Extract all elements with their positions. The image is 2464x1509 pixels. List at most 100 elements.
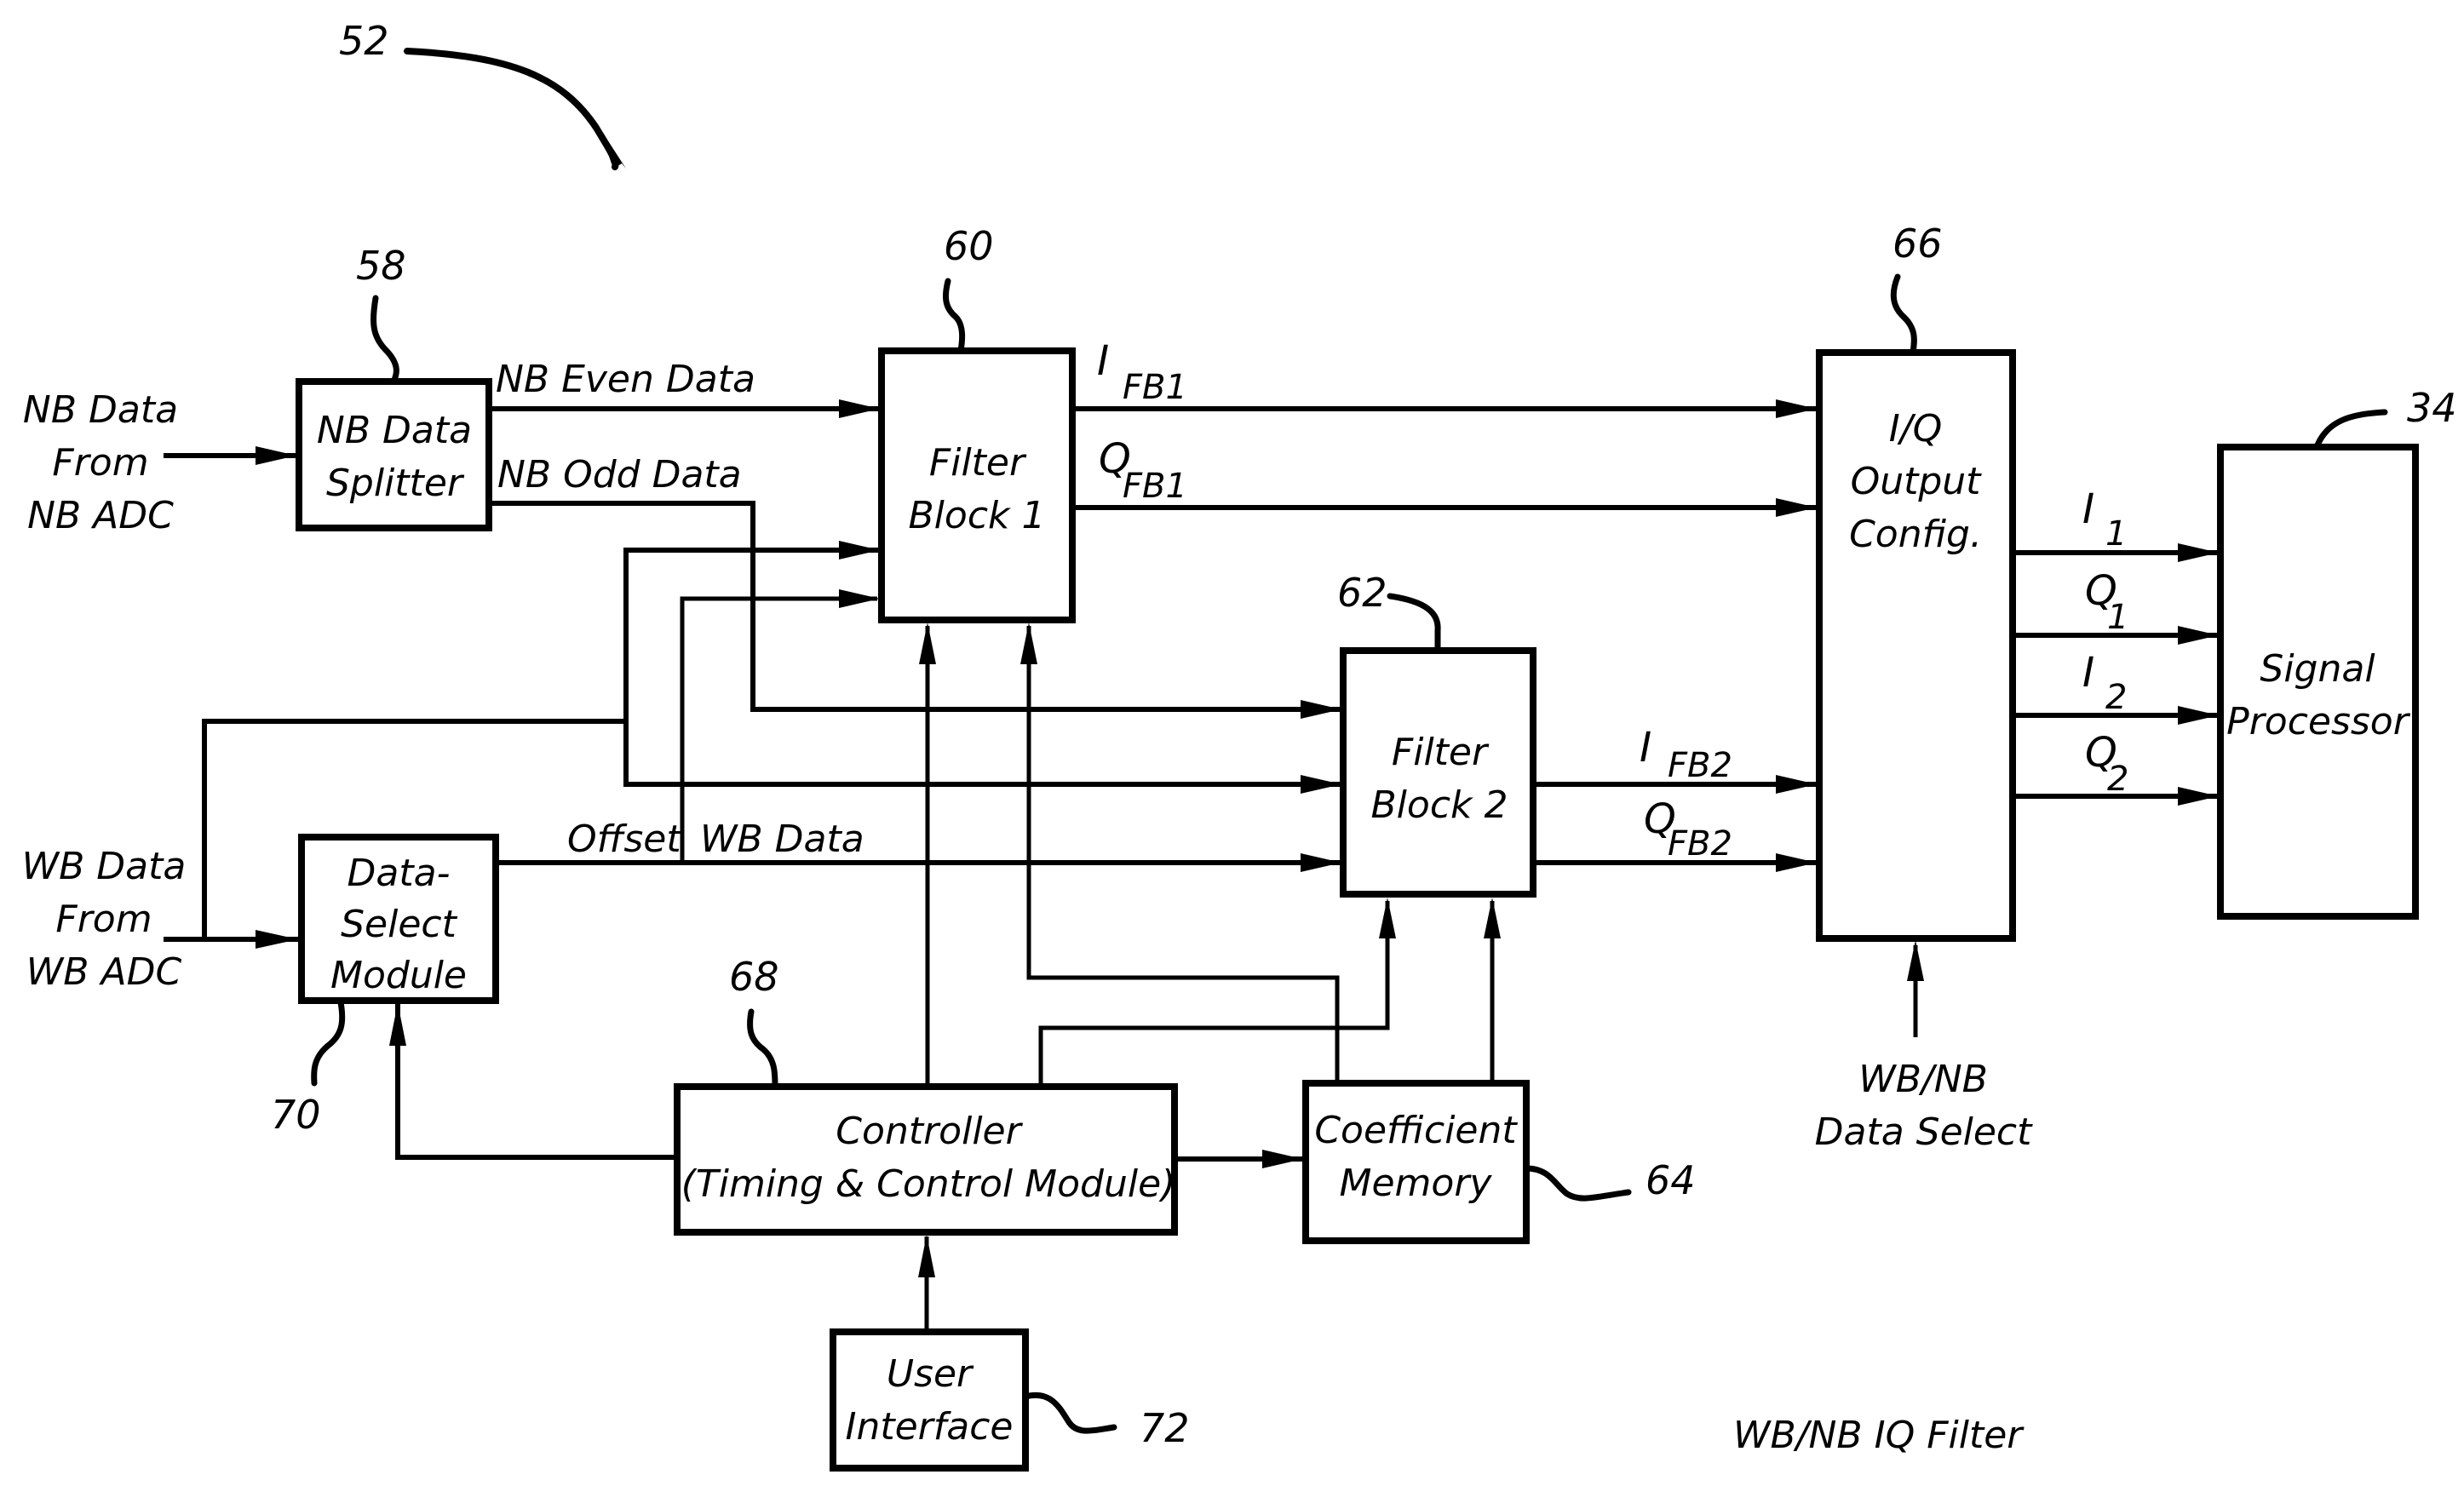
signal-q2-sub: 2 bbox=[2107, 760, 2128, 799]
filter-block-1-label-1: Filter bbox=[929, 441, 1027, 485]
wire-ctrl-dataselect bbox=[395, 1004, 676, 1160]
arrowhead-nb-input bbox=[256, 446, 296, 465]
figure-ref-52: 52 bbox=[339, 18, 389, 64]
nb-splitter-label-1: NB Data bbox=[317, 409, 472, 452]
signal-nb-odd-label: NB Odd Data bbox=[497, 453, 742, 496]
arrowhead-i-fb2 bbox=[1776, 775, 1817, 794]
iq-output-config-label-3: Config. bbox=[1849, 513, 1982, 556]
arrowhead-i2 bbox=[2178, 706, 2219, 725]
data-select-module-label-1: Data- bbox=[347, 852, 451, 895]
ref-68: 68 bbox=[729, 954, 779, 1000]
controller-box[interactable] bbox=[674, 1083, 1178, 1236]
signal-offset-label: Offset bbox=[567, 818, 682, 861]
filter-block-1-box[interactable] bbox=[878, 347, 1076, 623]
nb-input-label-2: From bbox=[52, 441, 148, 485]
leader-64 bbox=[1523, 1165, 1632, 1202]
controller-block[interactable]: Controller (Timing & Control Module) bbox=[674, 1083, 1178, 1236]
signal-nb-even-label: NB Even Data bbox=[496, 358, 755, 401]
iq-output-config-label-1: I/Q bbox=[1889, 407, 1942, 450]
arrowhead-ui-ctrl bbox=[918, 1235, 935, 1277]
leader-58 bbox=[370, 295, 399, 385]
controller-label-1: Controller bbox=[836, 1110, 1023, 1153]
signal-q-fb1-sub: FB1 bbox=[1123, 467, 1187, 506]
signal-i2-sub: 2 bbox=[2105, 678, 2127, 717]
nb-input-label-1: NB Data bbox=[23, 388, 178, 432]
ref-58: 58 bbox=[356, 243, 406, 289]
wbnb-select-label-1: WB/NB bbox=[1858, 1058, 1988, 1101]
ref-60: 60 bbox=[944, 223, 994, 269]
arrowhead-q1 bbox=[2178, 626, 2219, 645]
ref-72: 72 bbox=[1140, 1405, 1190, 1451]
figure-ref-arrow bbox=[404, 48, 619, 170]
signal-i-fb2-sub: FB2 bbox=[1668, 746, 1732, 785]
arrowhead-ctrl-coeff bbox=[1262, 1150, 1303, 1168]
nb-splitter-box[interactable] bbox=[296, 378, 492, 531]
nb-splitter-block[interactable]: NB Data Splitter bbox=[296, 378, 492, 531]
data-select-module-block[interactable]: Data- Select Module bbox=[298, 834, 499, 1004]
ref-70: 70 bbox=[271, 1092, 321, 1138]
arrowhead-fb1-in2 bbox=[839, 541, 880, 559]
signal-i-fb2-main: I bbox=[1640, 724, 1651, 772]
wb-input-label-1: WB Data bbox=[22, 845, 187, 888]
leader-68 bbox=[747, 1008, 778, 1090]
coefficient-memory-label-1: Coefficient bbox=[1314, 1109, 1518, 1152]
signal-i2-main: I bbox=[2082, 649, 2094, 697]
arrowhead-fb1-in3 bbox=[839, 589, 880, 608]
leader-72 bbox=[1022, 1391, 1117, 1434]
wire-coeff-fb1 bbox=[1026, 626, 1340, 1080]
ref-62: 62 bbox=[1337, 570, 1387, 616]
data-select-module-label-3: Module bbox=[330, 954, 467, 997]
filter-block-1[interactable]: Filter Block 1 bbox=[878, 347, 1076, 623]
arrowhead-q-fb2 bbox=[1776, 853, 1817, 872]
arrowhead-q2 bbox=[2178, 787, 2219, 806]
iq-output-config-label-2: Output bbox=[1851, 460, 1983, 503]
signal-i-fb1-sub: FB1 bbox=[1123, 368, 1187, 407]
signal-processor-block[interactable]: Signal Processor bbox=[2217, 444, 2419, 920]
signal-processor-label-2: Processor bbox=[2226, 700, 2411, 743]
user-interface-block[interactable]: User Interface bbox=[830, 1328, 1029, 1472]
filter-block-2[interactable]: Filter Block 2 bbox=[1340, 647, 1536, 898]
arrowhead-fb2-in1 bbox=[1301, 700, 1341, 719]
signal-i1-sub: 1 bbox=[2105, 514, 2127, 554]
arrowhead-ctrl-fb2 bbox=[1379, 898, 1396, 938]
arrowhead-wbnb-select bbox=[1907, 940, 1924, 981]
signal-wb-data-label: WB Data bbox=[700, 818, 864, 861]
signal-q-fb2-sub: FB2 bbox=[1668, 824, 1732, 864]
data-select-module-label-2: Select bbox=[341, 903, 457, 946]
signal-q1-sub: 1 bbox=[2107, 598, 2128, 637]
leader-66 bbox=[1890, 273, 1917, 356]
leader-70 bbox=[311, 999, 346, 1087]
ref-66: 66 bbox=[1893, 221, 1943, 267]
coefficient-memory-label-2: Memory bbox=[1340, 1162, 1493, 1205]
block-diagram: 52 NB Data Splitter Filter Block 1 Filte… bbox=[22, 18, 2457, 1472]
user-interface-label-1: User bbox=[887, 1352, 974, 1396]
wb-input-label-3: WB ADC bbox=[26, 950, 182, 994]
arrowhead-ctrl-fb1 bbox=[919, 623, 936, 664]
signal-i-fb1-main: I bbox=[1097, 337, 1109, 385]
filter-block-1-label-2: Block 1 bbox=[909, 494, 1046, 537]
arrowhead-i-fb1 bbox=[1776, 399, 1817, 418]
user-interface-label-2: Interface bbox=[846, 1405, 1014, 1449]
ref-34: 34 bbox=[2407, 385, 2457, 431]
leader-34 bbox=[2313, 409, 2388, 450]
coefficient-memory-block[interactable]: Coefficient Memory bbox=[1302, 1080, 1530, 1244]
iq-output-config-block[interactable]: I/Q Output Config. bbox=[1816, 349, 2016, 942]
arrowhead-ctrl-dataselect bbox=[389, 1003, 406, 1046]
arrowhead-wb-input bbox=[256, 930, 298, 949]
controller-label-2: (Timing & Control Module) bbox=[681, 1162, 1176, 1206]
signal-i1-main: I bbox=[2082, 485, 2094, 533]
leader-62 bbox=[1387, 593, 1441, 654]
nb-splitter-label-2: Splitter bbox=[326, 462, 465, 505]
figure-caption: WB/NB IQ Filter bbox=[1733, 1414, 2025, 1457]
signal-processor-label-1: Signal bbox=[2260, 647, 2375, 691]
wb-input-label-2: From bbox=[55, 898, 152, 941]
arrowhead-coeff-fb1 bbox=[1020, 623, 1037, 664]
arrowhead-fb2-in2 bbox=[1301, 775, 1341, 794]
wbnb-select-label-2: Data Select bbox=[1815, 1110, 2034, 1154]
ref-64: 64 bbox=[1646, 1157, 1696, 1203]
filter-block-2-label-1: Filter bbox=[1392, 731, 1490, 774]
arrowhead-coeff-fb2 bbox=[1484, 898, 1501, 938]
arrowhead-q-fb1 bbox=[1776, 498, 1817, 517]
leader-60 bbox=[942, 278, 966, 354]
arrowhead-nb-even bbox=[839, 399, 880, 418]
